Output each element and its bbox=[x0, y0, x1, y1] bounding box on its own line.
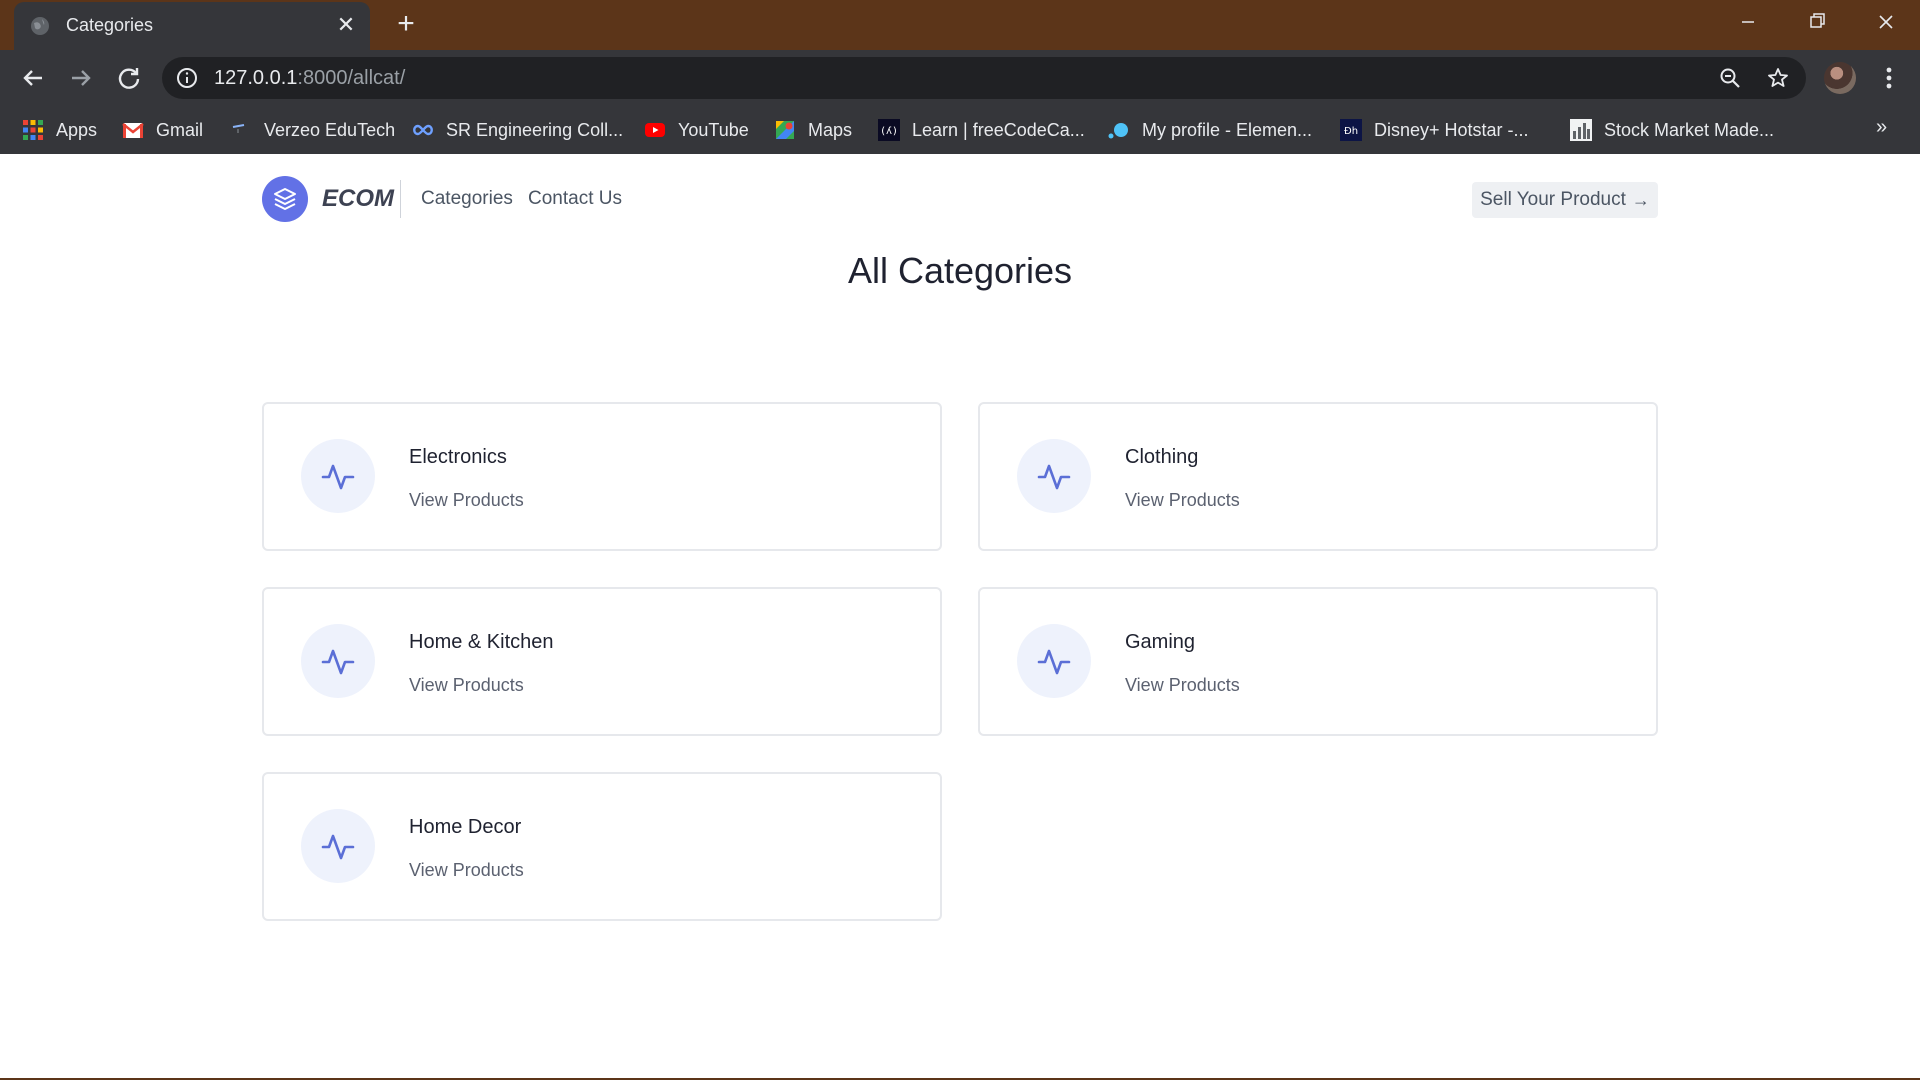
bookmarks-bar: Apps Gmail Verzeo EduTech SR Engineering… bbox=[0, 106, 1920, 154]
bookmark-label: Apps bbox=[56, 119, 98, 140]
bookmark-element-profile[interactable]: My profile - Elemen... bbox=[1108, 116, 1312, 144]
bookmark-apps[interactable]: Apps bbox=[22, 116, 97, 144]
zoom-icon[interactable] bbox=[1718, 66, 1742, 90]
activity-pulse-icon bbox=[1017, 439, 1091, 513]
bookmark-star-icon[interactable] bbox=[1766, 66, 1790, 90]
bookmark-sr-engineering[interactable]: SR Engineering Coll... bbox=[412, 116, 623, 144]
site-info-icon[interactable] bbox=[176, 67, 198, 89]
bookmark-label: Gmail bbox=[156, 119, 204, 140]
view-products-link[interactable]: View Products bbox=[1125, 490, 1240, 511]
arrow-right-icon: → bbox=[1631, 189, 1650, 210]
activity-pulse-icon bbox=[301, 624, 375, 698]
minimize-icon[interactable] bbox=[1720, 6, 1776, 38]
bookmark-label: Learn | freeCodeCa... bbox=[912, 119, 1085, 140]
bookmark-label: Disney+ Hotstar -... bbox=[1374, 119, 1529, 140]
url-host: 127.0.0.1 bbox=[214, 67, 298, 89]
bookmark-label: SR Engineering Coll... bbox=[446, 119, 624, 140]
back-arrow-icon[interactable] bbox=[18, 63, 48, 93]
bookmark-youtube[interactable]: YouTube bbox=[644, 116, 749, 144]
verzeo-icon bbox=[232, 124, 245, 133]
svg-text:Ðh: Ðh bbox=[1344, 126, 1358, 137]
hotstar-icon: Ðh bbox=[1340, 119, 1362, 141]
svg-text:(ʎ): (ʎ) bbox=[880, 126, 898, 137]
activity-pulse-icon bbox=[301, 809, 375, 883]
page-title: All Categories bbox=[847, 250, 1073, 291]
maps-icon bbox=[776, 121, 794, 139]
activity-pulse-icon bbox=[301, 439, 375, 513]
view-products-link[interactable]: View Products bbox=[409, 860, 524, 881]
youtube-icon bbox=[645, 123, 665, 137]
category-name: Gaming bbox=[1125, 631, 1196, 653]
element-icon bbox=[1108, 123, 1128, 139]
header-divider bbox=[400, 180, 401, 218]
more-bookmarks-button[interactable]: » bbox=[1876, 116, 1887, 139]
apps-grid-icon bbox=[23, 120, 43, 140]
activity-pulse-icon bbox=[1017, 624, 1091, 698]
bookmark-hotstar[interactable]: Ðh Disney+ Hotstar -... bbox=[1340, 116, 1529, 144]
reload-icon[interactable] bbox=[114, 63, 144, 93]
page-content: ECOM Categories Contact Us Sell Your Pro… bbox=[0, 154, 1920, 1078]
category-card[interactable]: Gaming View Products bbox=[978, 587, 1658, 736]
category-card[interactable]: Clothing View Products bbox=[978, 402, 1658, 551]
view-products-link[interactable]: View Products bbox=[409, 490, 524, 511]
category-name: Electronics bbox=[409, 446, 507, 468]
category-name: Home & Kitchen bbox=[409, 631, 554, 653]
tab-strip: Categories ✕ + bbox=[0, 0, 1920, 50]
view-products-link[interactable]: View Products bbox=[1125, 675, 1240, 696]
restore-icon[interactable] bbox=[1788, 6, 1844, 38]
globe-icon bbox=[31, 17, 49, 35]
category-card[interactable]: Home Decor View Products bbox=[262, 772, 942, 921]
bookmark-maps[interactable]: Maps bbox=[774, 116, 852, 144]
sell-button-label: Sell Your Product bbox=[1480, 189, 1626, 210]
nav-contact-us[interactable]: Contact Us bbox=[528, 188, 622, 210]
address-bar[interactable]: 127.0.0.1:8000/allcat/ bbox=[162, 57, 1806, 99]
category-card[interactable]: Home & Kitchen View Products bbox=[262, 587, 942, 736]
freecodecamp-icon: (ʎ) bbox=[878, 119, 900, 141]
bookmark-label: YouTube bbox=[678, 119, 749, 140]
brand-logo-link[interactable]: ECOM bbox=[262, 176, 394, 222]
bookmark-label: Stock Market Made... bbox=[1604, 119, 1775, 140]
bookmark-verzeo[interactable]: Verzeo EduTech bbox=[230, 116, 395, 144]
url-text[interactable]: 127.0.0.1:8000/allcat/ bbox=[214, 67, 405, 90]
tab-title: Categories bbox=[66, 15, 154, 35]
category-name: Home Decor bbox=[409, 816, 522, 838]
bookmark-label: Verzeo EduTech bbox=[264, 119, 396, 140]
category-card[interactable]: Electronics View Products bbox=[262, 402, 942, 551]
close-tab-icon[interactable]: ✕ bbox=[334, 13, 358, 37]
nav-categories[interactable]: Categories bbox=[421, 188, 513, 210]
view-products-link[interactable]: View Products bbox=[409, 675, 524, 696]
url-path: :8000/allcat/ bbox=[297, 67, 406, 89]
bookmark-freecodecamp[interactable]: (ʎ) Learn | freeCodeCa... bbox=[878, 116, 1085, 144]
more-menu-icon[interactable] bbox=[1874, 63, 1904, 93]
forward-arrow-icon[interactable] bbox=[66, 63, 96, 93]
browser-tab[interactable]: Categories ✕ bbox=[14, 2, 370, 50]
bookmark-gmail[interactable]: Gmail bbox=[122, 116, 203, 144]
bookmark-label: Maps bbox=[808, 119, 853, 140]
brand-name: ECOM bbox=[322, 185, 394, 212]
gmail-icon bbox=[122, 123, 144, 138]
close-window-icon[interactable] bbox=[1858, 6, 1914, 38]
profile-avatar[interactable] bbox=[1824, 62, 1856, 94]
sr-engineering-icon bbox=[413, 124, 433, 136]
stock-market-icon bbox=[1570, 119, 1592, 141]
sell-your-product-button[interactable]: Sell Your Product → bbox=[1472, 182, 1658, 218]
layers-logo-icon bbox=[262, 176, 308, 222]
new-tab-button[interactable]: + bbox=[392, 9, 420, 39]
bookmark-stock-market[interactable]: Stock Market Made... bbox=[1570, 116, 1774, 144]
bookmark-label: My profile - Elemen... bbox=[1142, 119, 1313, 140]
category-name: Clothing bbox=[1125, 446, 1199, 468]
browser-toolbar: 127.0.0.1:8000/allcat/ bbox=[0, 50, 1920, 106]
